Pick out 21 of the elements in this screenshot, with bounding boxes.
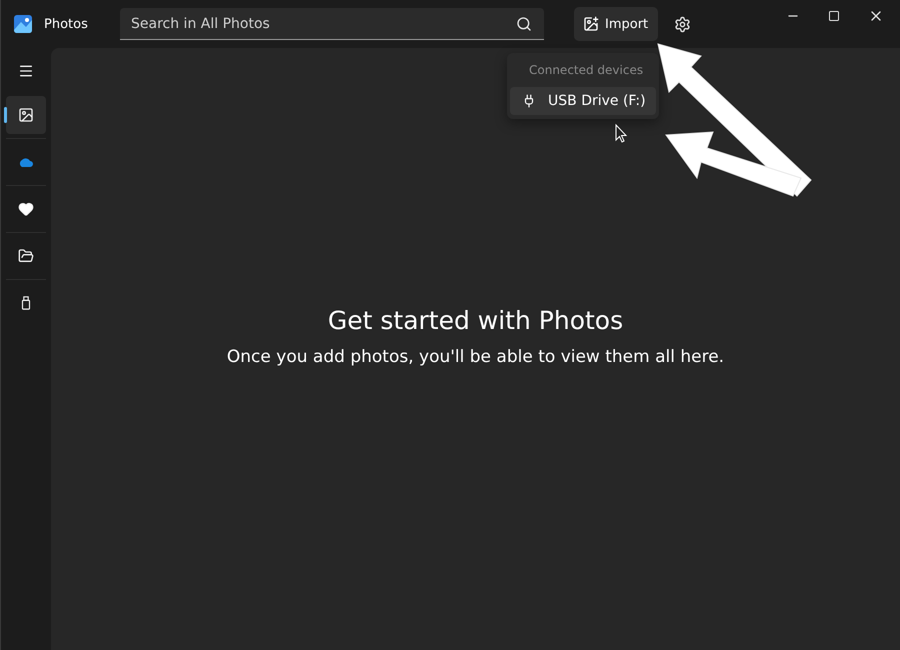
folder-icon bbox=[18, 248, 34, 264]
menu-heading: Connected devices bbox=[528, 62, 644, 79]
menu-icon bbox=[18, 63, 34, 79]
import-icon bbox=[583, 16, 599, 32]
cursor-icon bbox=[616, 124, 628, 143]
app-title: Photos bbox=[44, 16, 89, 32]
heart-icon bbox=[18, 201, 34, 217]
settings-icon[interactable] bbox=[674, 16, 692, 32]
import-button[interactable]: Import bbox=[574, 7, 658, 41]
maximize-icon[interactable] bbox=[828, 10, 840, 22]
search-field[interactable]: Search in All Photos bbox=[120, 8, 544, 40]
search-icon bbox=[516, 16, 532, 32]
cloud-icon bbox=[18, 157, 34, 167]
plug-icon bbox=[522, 94, 536, 108]
app-logo-icon bbox=[14, 15, 32, 33]
empty-state-message: Once you add photos, you'll be able to view them all here. bbox=[226, 347, 724, 367]
nav-item[interactable] bbox=[6, 96, 46, 134]
empty-state-title: Get started with Photos bbox=[328, 306, 624, 335]
usb-drive-icon bbox=[20, 296, 32, 310]
photo-icon bbox=[18, 107, 34, 123]
menu-item[interactable]: USB Drive (F:) bbox=[510, 87, 656, 115]
